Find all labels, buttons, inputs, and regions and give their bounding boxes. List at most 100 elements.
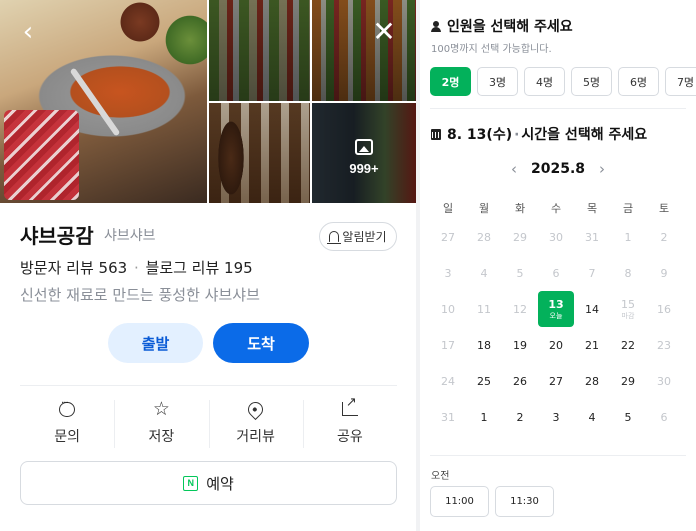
calendar-day[interactable]: 1 (466, 399, 502, 435)
day-number: 18 (477, 338, 491, 352)
calendar-day: 24 (430, 363, 466, 399)
day-number: 29 (621, 374, 635, 388)
street-view-label: 거리뷰 (236, 429, 275, 445)
calendar-day: 10 (430, 291, 466, 327)
day-number: 27 (549, 374, 563, 388)
calendar-day: 30 (538, 219, 574, 255)
people-option[interactable]: 3명 (477, 67, 518, 96)
naver-booking-icon: N (183, 475, 199, 491)
calendar-day[interactable]: 5 (610, 399, 646, 435)
next-month-button[interactable]: › (599, 160, 605, 178)
place-name: 샤브공감 (20, 224, 94, 248)
calendar-day[interactable]: 22 (610, 327, 646, 363)
day-number: 28 (585, 374, 599, 388)
calendar-day: 6 (538, 255, 574, 291)
share-button[interactable]: 공유 (302, 395, 397, 450)
place-category: 샤브샤브 (104, 228, 156, 244)
divider (430, 455, 686, 456)
weekday-label: 금 (622, 202, 634, 215)
gallery-more-badge[interactable]: 999+ (312, 103, 416, 203)
day-number: 24 (441, 374, 455, 388)
time-option[interactable]: 11:30 (495, 486, 554, 517)
divider (430, 108, 686, 109)
arrive-button[interactable]: 도착 (213, 323, 309, 363)
people-section-title: 인원을 선택해 주세요 (431, 16, 573, 36)
share-label: 공유 (336, 429, 363, 445)
calendar-day: 12 (502, 291, 538, 327)
time-option[interactable]: 11:00 (430, 486, 489, 517)
people-option[interactable]: 5명 (571, 67, 612, 96)
blog-reviews-link[interactable]: 블로그 리뷰 195 (146, 259, 253, 277)
weekday-label: 수 (550, 202, 562, 215)
calendar-day-selected[interactable]: 13 오늘 (538, 291, 574, 327)
people-options: 2명 3명 4명 5명 6명 7명 (430, 67, 696, 96)
calendar-day: 27 (430, 219, 466, 255)
weekday-label: 토 (658, 202, 670, 215)
day-number: 7 (588, 266, 596, 280)
calendar-week: 17 18 19 20 21 22 23 (430, 327, 682, 363)
calendar-week: 24 25 26 27 28 29 30 (430, 363, 682, 399)
day-number: 28 (477, 230, 491, 244)
calendar-day[interactable]: 29 (610, 363, 646, 399)
day-number: 5 (624, 410, 632, 424)
day-number: 21 (585, 338, 599, 352)
calendar-day[interactable]: 4 (574, 399, 610, 435)
calendar-week: 27 28 29 30 31 1 2 (430, 219, 682, 255)
notify-button[interactable]: 알림받기 (319, 222, 397, 251)
day-number: 20 (549, 338, 563, 352)
save-button[interactable]: ☆ 저장 (114, 398, 208, 450)
calendar-day[interactable]: 14 (574, 291, 610, 327)
calendar-day[interactable]: 18 (466, 327, 502, 363)
photo-gallery[interactable]: 999+ ‹ ✕ (0, 0, 416, 203)
photo-meat-plate (4, 110, 79, 200)
weekday-label: 일 (442, 202, 454, 215)
calendar-day[interactable]: 25 (466, 363, 502, 399)
calendar-day[interactable]: 19 (502, 327, 538, 363)
photo-thumb-2[interactable] (312, 0, 416, 101)
calendar-day[interactable]: 26 (502, 363, 538, 399)
depart-button[interactable]: 출발 (108, 323, 203, 363)
calendar-day: 15 마감 (610, 291, 646, 327)
calendar-day: 11 (466, 291, 502, 327)
back-button[interactable]: ‹ (14, 18, 42, 46)
reserve-button[interactable]: N 예약 (20, 461, 397, 505)
people-option[interactable]: 2명 (430, 67, 471, 96)
people-option[interactable]: 6명 (618, 67, 659, 96)
calendar-day: 23 (646, 327, 682, 363)
calendar-day: 17 (430, 327, 466, 363)
share-icon (341, 395, 358, 416)
calendar-day[interactable]: 2 (502, 399, 538, 435)
people-option[interactable]: 7명 (665, 67, 696, 96)
booking-panel: 인원을 선택해 주세요 100명까지 선택 가능합니다. 2명 3명 4명 5명 6명 7… (420, 0, 696, 531)
inquiry-button[interactable]: 문의 (20, 398, 114, 450)
people-subtitle: 100명까지 선택 가능합니다. (431, 44, 552, 55)
calendar-day[interactable]: 28 (574, 363, 610, 399)
bell-icon (327, 231, 342, 244)
street-view-button[interactable]: 거리뷰 (208, 398, 303, 450)
day-number: 26 (513, 374, 527, 388)
prev-month-button[interactable]: ‹ (511, 160, 517, 178)
people-option[interactable]: 4명 (524, 67, 565, 96)
day-number: 31 (585, 230, 599, 244)
day-number: 12 (513, 302, 527, 316)
day-number: 4 (480, 266, 488, 280)
calendar-day[interactable]: 20 (538, 327, 574, 363)
calendar-day[interactable]: 21 (574, 327, 610, 363)
ampm-label: 오전 (431, 471, 450, 482)
place-description: 신선한 재료로 만드는 풍성한 샤브샤브 (20, 286, 260, 304)
calendar-day: 31 (430, 399, 466, 435)
calendar-day[interactable]: 3 (538, 399, 574, 435)
day-number: 1 (624, 230, 632, 244)
day-number: 31 (441, 410, 455, 424)
calendar-day: 4 (466, 255, 502, 291)
calendar-day: 2 (646, 219, 682, 255)
calendar-day[interactable]: 27 (538, 363, 574, 399)
photo-thumb-3[interactable] (209, 103, 310, 203)
close-button[interactable]: ✕ (370, 18, 398, 46)
day-number: 3 (552, 410, 560, 424)
calendar-grid: 27 28 29 30 31 1 2 3 4 5 6 7 8 9 10 11 12 13 오늘 14 15 마감 16 17 1… (430, 219, 682, 435)
visitor-reviews-link[interactable]: 방문자 리뷰 563 (20, 259, 127, 277)
photo-thumb-1[interactable] (209, 0, 310, 101)
calendar-day: 30 (646, 363, 682, 399)
calendar-day: 1 (610, 219, 646, 255)
